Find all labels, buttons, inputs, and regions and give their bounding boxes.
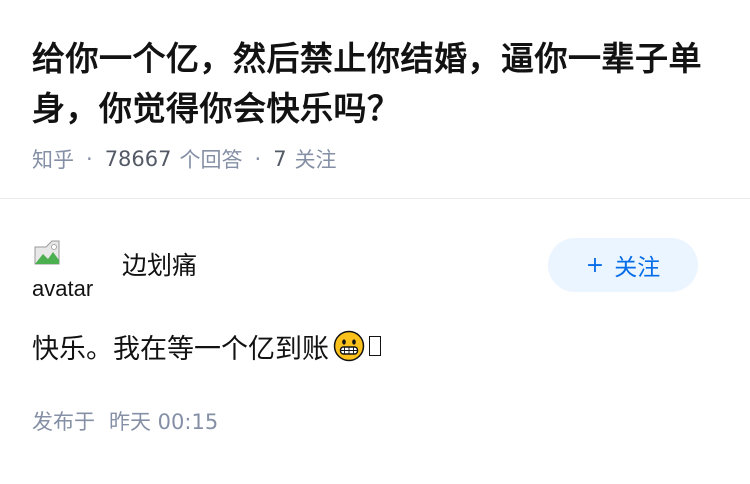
question-header: 给你一个亿，然后禁止你结婚，逼你一辈子单身，你觉得你会快乐吗？ 知乎 · 786…	[0, 0, 750, 174]
source-label[interactable]: 知乎	[32, 144, 74, 174]
meta-separator: ·	[86, 147, 93, 171]
meta-separator: ·	[254, 147, 262, 171]
broken-image-icon	[34, 240, 60, 265]
follow-count: 7	[273, 147, 287, 171]
publish-time: 发布于 昨天 00:15	[32, 406, 698, 436]
follow-button[interactable]: + 关注	[548, 238, 698, 292]
grinning-face-icon	[333, 330, 365, 362]
author-info: avatar 边划痛	[32, 236, 197, 300]
answer-text: 快乐。我在等一个亿到账	[32, 333, 329, 365]
avatar[interactable]: avatar	[32, 238, 94, 300]
question-title[interactable]: 给你一个亿，然后禁止你结婚，逼你一辈子单身，你觉得你会快乐吗？	[32, 34, 718, 134]
publish-label: 发布于	[32, 410, 95, 434]
missing-glyph-icon	[369, 336, 381, 356]
answer-content[interactable]: 快乐。我在等一个亿到账	[32, 326, 698, 366]
plus-icon: +	[585, 252, 605, 278]
follow-count-label: 关注	[294, 148, 337, 172]
section-divider	[0, 198, 750, 199]
follow-button-label: 关注	[614, 255, 661, 281]
publish-datetime: 昨天 00:15	[109, 410, 219, 434]
answer-card: avatar 边划痛 + 关注 快乐。我在等一个亿到账 发布于 昨天 00:15	[32, 238, 698, 436]
question-meta: 知乎 · 78667 个回答 · 7 关注	[32, 144, 718, 174]
answer-count-label: 个回答	[179, 148, 243, 172]
answer-count: 78667	[104, 147, 172, 171]
author-name[interactable]: 边划痛	[122, 246, 197, 282]
avatar-alt-text: avatar	[32, 276, 94, 300]
author-row: avatar 边划痛 + 关注	[32, 236, 698, 300]
